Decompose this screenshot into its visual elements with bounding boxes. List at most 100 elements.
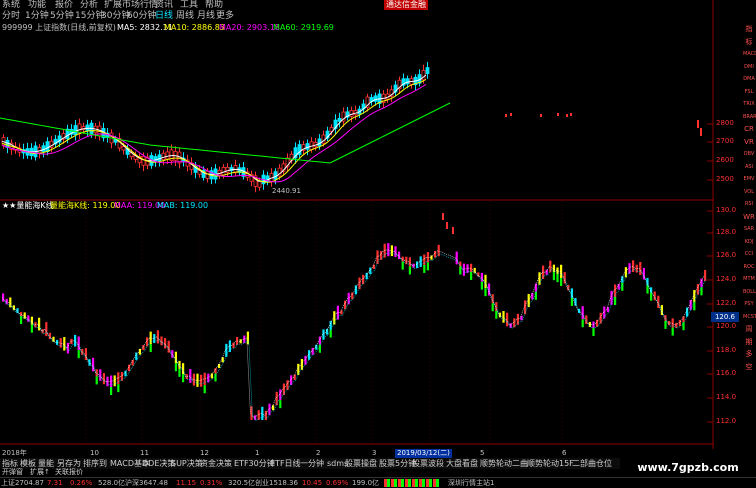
indicator-green-bar [279, 400, 282, 409]
candle-body [566, 114, 568, 117]
indicator-bar [275, 391, 278, 406]
sidebar-button-17[interactable]: KDJ [743, 237, 755, 248]
candle-body [700, 128, 702, 136]
candle-body [337, 117, 342, 122]
sidebar-button-21[interactable]: BOLL [743, 287, 756, 298]
tab2-0[interactable]: 开弹窗 [2, 468, 23, 477]
chart-canvas[interactable]: 2440.91 [0, 0, 714, 449]
tab-14[interactable]: 股票5分钟 [379, 458, 416, 469]
indicator-bar [401, 256, 404, 262]
sidebar-button-24[interactable]: 周 [743, 324, 755, 335]
indicator-green-bar [110, 386, 113, 395]
sidebar-button-19[interactable]: ROC [743, 262, 755, 273]
sidebar-button-5[interactable]: FSL [743, 87, 755, 98]
sidebar-button-1[interactable]: 标 [743, 37, 755, 48]
sidebar-button-9[interactable]: VR [743, 137, 755, 148]
candle-body [570, 113, 572, 116]
indicator-bar [430, 255, 433, 260]
indicator-bar [614, 284, 617, 298]
ma10-line [1, 78, 427, 183]
tab-18[interactable]: 顺势轮动15F [527, 458, 574, 469]
sidebar-button-3[interactable]: DMI [743, 62, 755, 73]
sidebar-button-10[interactable]: OBV [743, 149, 755, 160]
candle-body [425, 67, 430, 75]
sidebar-button-18[interactable]: CCI [743, 249, 755, 260]
candle-body [221, 167, 226, 176]
indicator-tick-6: 118.0 [716, 346, 737, 354]
tab-10[interactable]: ETF日线 [270, 458, 301, 469]
candle-body [165, 151, 170, 160]
sidebar-button-11[interactable]: ASI [743, 162, 755, 173]
indicator-bar [477, 272, 480, 277]
indicator-bar [308, 350, 311, 360]
tab2-1[interactable]: 扩展↑ [30, 468, 50, 477]
tab-13[interactable]: 股票操盘 [345, 458, 377, 469]
tab-8[interactable]: 资金决策 [200, 458, 232, 469]
indicator-green-bar [408, 266, 411, 275]
current-value-marker: 120.6 [711, 312, 739, 322]
indicator-bar [592, 321, 595, 328]
indicator-tick-4: 122.0 [716, 299, 737, 307]
tab-4[interactable]: 排序到 [83, 458, 107, 469]
indicator-bar [351, 292, 354, 300]
tab-11[interactable]: 一分钟 [300, 458, 324, 469]
price-tick-3: 2500 [716, 175, 734, 183]
market-heat-strip [384, 479, 440, 487]
sidebar-button-6[interactable]: TRIX [743, 99, 755, 110]
indicator-grid [85, 201, 713, 444]
sidebar-button-25[interactable]: 期 [743, 337, 755, 348]
sidebar-button-14[interactable]: RSI [743, 199, 755, 210]
indicator-green-bar [664, 320, 667, 329]
indicator-tick-0: 130.0 [716, 206, 737, 214]
sidebar-button-16[interactable]: SAR [743, 224, 755, 235]
indicator-green-bar [592, 327, 595, 336]
indicator-green-bar [552, 272, 555, 281]
indicator-bar [700, 278, 703, 288]
sidebar-button-4[interactable]: DMA [743, 74, 755, 85]
tab-15[interactable]: 股票波段 [412, 458, 444, 469]
tab2-2[interactable]: 关联报价 [55, 468, 83, 477]
indicator-tick-5: 120.0 [716, 322, 737, 330]
indicator-bar [167, 340, 170, 353]
indicator-bar [268, 403, 271, 416]
sidebar-button-7[interactable]: BRAR [743, 112, 756, 123]
indicator-bar [446, 222, 448, 229]
sidebar-button-27[interactable]: 空 [743, 362, 755, 373]
sidebar-button-2[interactable]: MACD [743, 49, 756, 60]
time-tick-8: 2019/03/12(二) [395, 449, 452, 458]
sidebar-button-8[interactable]: CR [743, 124, 755, 135]
price-tick-1: 2700 [716, 137, 734, 145]
indicator-bar [254, 415, 257, 420]
tab-19[interactable]: 二部曲仓位 [572, 458, 612, 469]
tab-16[interactable]: 大盘看盘 [446, 458, 478, 469]
indicator-bar [92, 357, 95, 372]
tab-9[interactable]: ETF30分钟 [234, 458, 275, 469]
indicator-bar [704, 269, 707, 281]
indicator-green-bar [470, 272, 473, 281]
sidebar-button-23[interactable]: MCST [743, 312, 756, 323]
indicator-bar [581, 306, 584, 320]
indicator-bar [387, 243, 390, 257]
indicator-green-bar [214, 373, 217, 382]
sidebar-button-20[interactable]: MTM [743, 274, 755, 285]
ma20-line [1, 83, 427, 183]
indicator-bar [171, 350, 174, 358]
tab-17[interactable]: 顺势轮动二曲 [480, 458, 528, 469]
template-tabs: 指标 模板 量能 另存为 排序到 MACD基本 DDE决策 SUP决策 资金决策 ETF30分钟 E… [0, 458, 620, 469]
sidebar-button-12[interactable]: EMV [743, 174, 755, 185]
time-tick-9: 5 [480, 449, 485, 457]
indicator-green-bar [480, 281, 483, 290]
indicator-tick-8: 114.0 [716, 393, 737, 401]
sidebar-button-22[interactable]: PSY [743, 299, 755, 310]
sidebar-button-15[interactable]: WR [743, 212, 755, 223]
indicator-green-bar [426, 262, 429, 271]
indicator-bar [423, 254, 426, 265]
indicator-bar [41, 329, 44, 334]
sidebar-button-0[interactable]: 指 [743, 24, 755, 35]
tab-7[interactable]: SUP决策 [171, 458, 203, 469]
sidebar-button-26[interactable]: 多 [743, 349, 755, 360]
sidebar-button-13[interactable]: VOL [743, 187, 755, 198]
indicator-bar [394, 246, 397, 258]
indicator-bar [318, 336, 321, 345]
indicator-bar [333, 311, 336, 325]
